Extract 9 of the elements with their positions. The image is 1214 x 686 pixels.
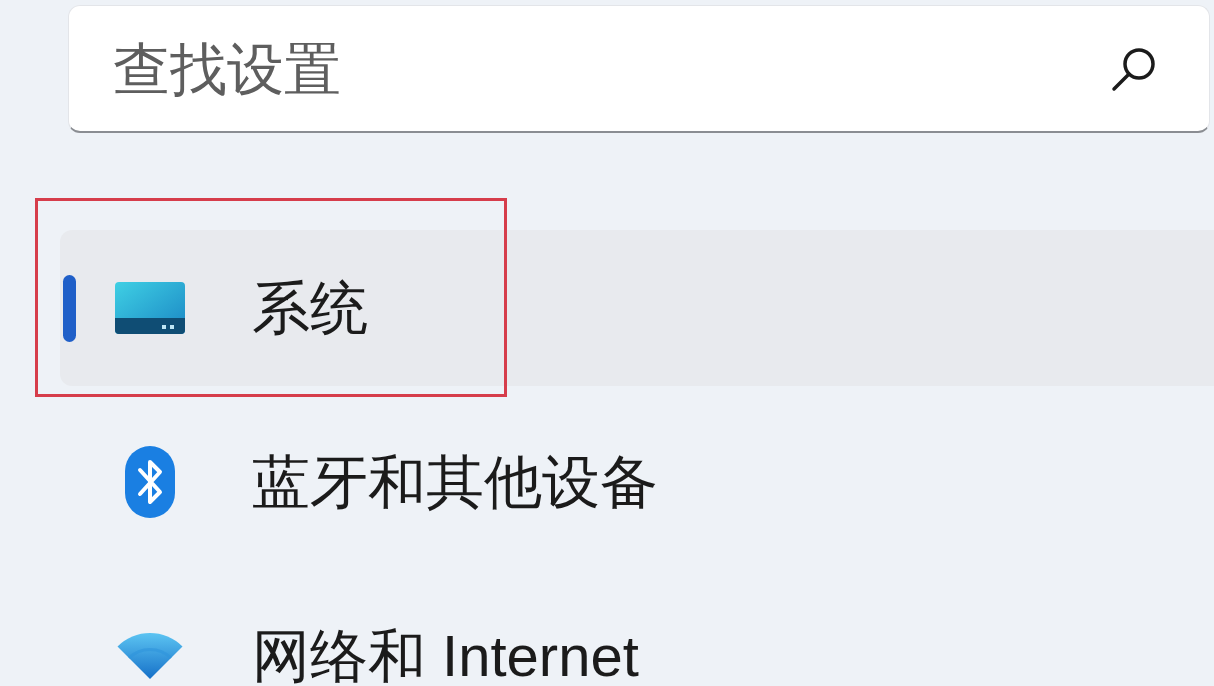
display-icon (115, 282, 185, 334)
search-field[interactable]: 查找设置 (68, 5, 1210, 133)
bluetooth-icon (125, 446, 175, 518)
wifi-icon (116, 633, 184, 679)
selection-indicator (63, 274, 76, 342)
search-icon[interactable] (1110, 45, 1158, 93)
nav-item[interactable]: 系统 (60, 230, 1214, 386)
nav-item[interactable]: 网络和 Internet (60, 578, 1214, 686)
nav-item[interactable]: 蓝牙和其他设备 (60, 404, 1214, 560)
